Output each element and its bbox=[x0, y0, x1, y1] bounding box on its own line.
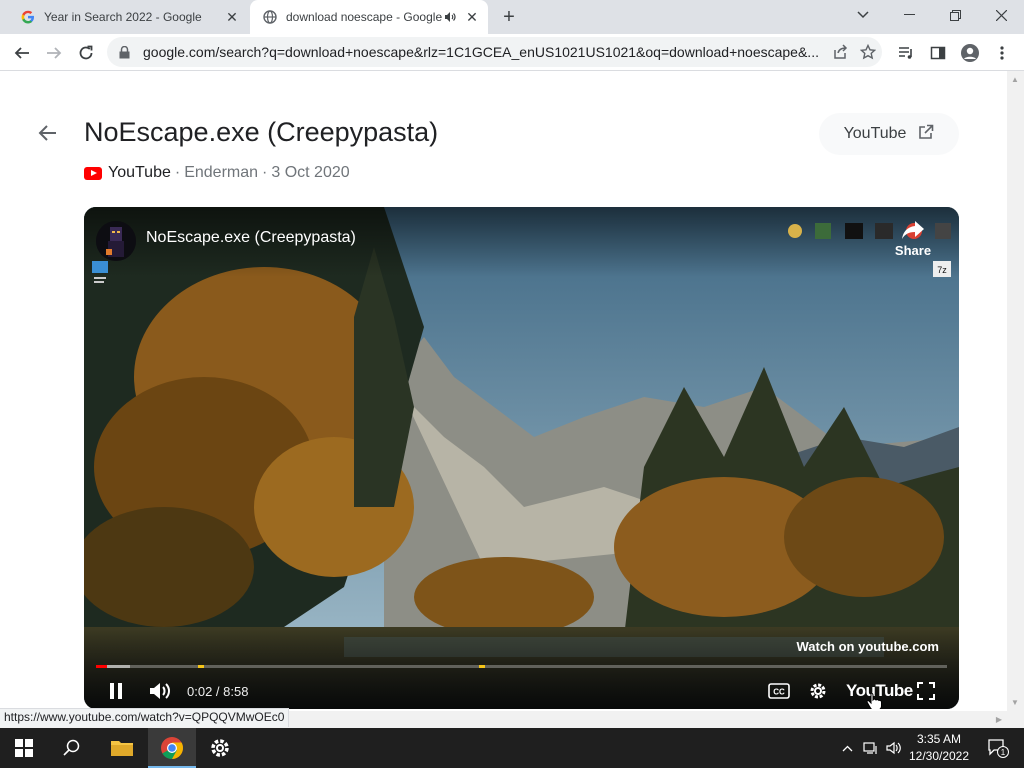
video-player[interactable]: NoEscape.exe (Creepypasta) 7z Share Watc… bbox=[84, 207, 959, 709]
vertical-scrollbar[interactable]: ▲ ▼ bbox=[1007, 71, 1024, 711]
side-panel-icon[interactable] bbox=[924, 39, 952, 67]
scroll-up-icon[interactable]: ▲ bbox=[1011, 75, 1019, 84]
progress-bar[interactable] bbox=[96, 665, 947, 668]
video-meta: YouTube · Enderman · 3 Oct 2020 bbox=[84, 163, 350, 183]
tab-year-in-search[interactable]: Year in Search 2022 - Google ✕ bbox=[8, 0, 248, 34]
publish-date: 3 Oct 2020 bbox=[271, 164, 350, 181]
source-name: YouTube bbox=[108, 164, 171, 181]
windows-start-icon[interactable] bbox=[0, 728, 48, 768]
reload-icon[interactable] bbox=[72, 39, 100, 67]
file-explorer-icon[interactable] bbox=[98, 728, 146, 768]
address-bar[interactable]: google.com/search?q=download+noescape&rl… bbox=[107, 37, 882, 67]
google-g-icon bbox=[20, 9, 36, 25]
svg-text:CC: CC bbox=[773, 688, 785, 697]
media-controls-icon[interactable] bbox=[892, 39, 920, 67]
scroll-right-icon[interactable]: ▶ bbox=[996, 715, 1002, 724]
meta-separator: · bbox=[262, 164, 268, 181]
player-video-title[interactable]: NoEscape.exe (Creepypasta) bbox=[146, 229, 356, 247]
url-text[interactable]: google.com/search?q=download+noescape&rl… bbox=[143, 44, 826, 60]
taskbar-clock[interactable]: 3:35 AM 12/30/2022 bbox=[900, 731, 978, 765]
back-arrow-icon[interactable] bbox=[36, 121, 60, 145]
bookmark-star-icon[interactable] bbox=[854, 38, 882, 66]
close-window-icon[interactable] bbox=[978, 0, 1024, 30]
share-arrow-icon bbox=[893, 219, 933, 243]
share-page-icon[interactable] bbox=[826, 38, 854, 66]
tab-title: download noescape - Google bbox=[286, 10, 443, 24]
page-content: NoEscape.exe (Creepypasta) YouTube YouTu… bbox=[0, 71, 1007, 711]
forward-arrow-icon[interactable] bbox=[40, 39, 68, 67]
back-arrow-icon[interactable] bbox=[8, 39, 36, 67]
captions-icon[interactable]: CC bbox=[768, 677, 790, 705]
desktop-shortcuts-left bbox=[90, 257, 110, 302]
open-in-youtube-label: YouTube bbox=[843, 125, 907, 142]
pause-icon[interactable] bbox=[106, 677, 126, 705]
lock-icon[interactable] bbox=[119, 45, 133, 59]
tab-search-chevron-icon[interactable] bbox=[840, 0, 886, 30]
share-label: Share bbox=[894, 243, 932, 258]
audio-playing-icon[interactable] bbox=[444, 11, 460, 23]
channel-avatar[interactable] bbox=[96, 221, 136, 261]
search-icon[interactable] bbox=[48, 728, 96, 768]
settings-gear-icon[interactable] bbox=[808, 677, 828, 705]
clock-time: 3:35 AM bbox=[916, 732, 962, 746]
clock-date: 12/30/2022 bbox=[908, 749, 970, 763]
tab-close-icon[interactable]: ✕ bbox=[464, 9, 480, 25]
time-display: 0:02 / 8:58 bbox=[187, 683, 249, 699]
tab-close-icon[interactable]: ✕ bbox=[224, 9, 240, 25]
chrome-menu-icon[interactable] bbox=[988, 39, 1016, 67]
volume-icon[interactable] bbox=[148, 677, 172, 705]
mouse-cursor-icon bbox=[866, 687, 882, 709]
watch-on-youtube-link[interactable]: Watch on youtube.com bbox=[796, 639, 939, 654]
scroll-down-icon[interactable]: ▼ bbox=[1011, 698, 1019, 707]
share-button[interactable]: Share bbox=[893, 219, 933, 258]
globe-icon bbox=[262, 9, 278, 25]
status-link-bubble: https://www.youtube.com/watch?v=QPQQVMwO… bbox=[0, 708, 290, 727]
browser-toolbar: google.com/search?q=download+noescape&rl… bbox=[0, 34, 1024, 71]
chrome-icon[interactable] bbox=[148, 728, 196, 768]
tab-strip: Year in Search 2022 - Google ✕ download … bbox=[0, 0, 1024, 34]
fullscreen-icon[interactable] bbox=[916, 677, 936, 705]
meta-separator: · bbox=[174, 164, 181, 181]
action-center-icon[interactable]: 1 bbox=[980, 728, 1016, 768]
progress-played bbox=[96, 665, 108, 668]
tab-title: Year in Search 2022 - Google bbox=[44, 10, 202, 24]
chapter-marker bbox=[478, 665, 485, 668]
notification-count: 1 bbox=[1001, 748, 1006, 757]
minimize-icon[interactable] bbox=[886, 0, 932, 30]
settings-gear-icon[interactable] bbox=[196, 728, 244, 768]
tab-download-noescape[interactable]: download noescape - Google ✕ bbox=[250, 0, 488, 34]
svg-text:7z: 7z bbox=[937, 265, 947, 275]
windows-taskbar: 3:35 AM 12/30/2022 1 bbox=[0, 728, 1024, 768]
channel-name: Enderman bbox=[184, 164, 259, 181]
network-icon[interactable] bbox=[860, 728, 882, 768]
player-controls: 0:02 / 8:58 CC YouTube bbox=[84, 673, 959, 709]
video-result-title: NoEscape.exe (Creepypasta) bbox=[84, 117, 439, 147]
new-tab-button[interactable]: + bbox=[498, 7, 520, 29]
restore-icon[interactable] bbox=[932, 0, 978, 30]
open-in-youtube-button[interactable]: YouTube bbox=[819, 113, 959, 155]
profile-avatar-icon[interactable] bbox=[956, 39, 984, 67]
chapter-marker bbox=[198, 665, 205, 668]
external-link-icon bbox=[918, 124, 934, 145]
show-hidden-icons-chevron-icon[interactable] bbox=[838, 728, 856, 768]
youtube-logo-icon bbox=[84, 166, 102, 180]
